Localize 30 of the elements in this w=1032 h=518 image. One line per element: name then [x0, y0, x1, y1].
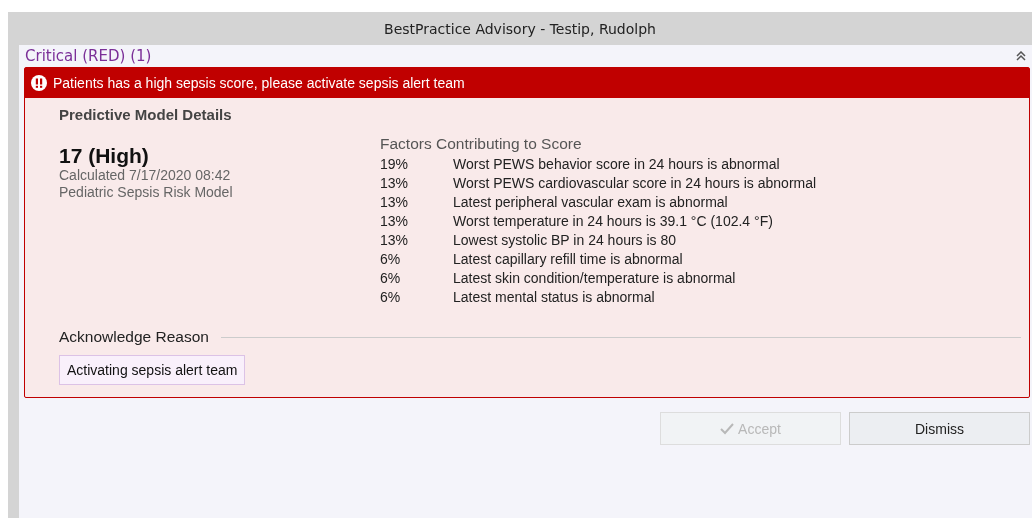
reason-option[interactable]: Activating sepsis alert team	[59, 355, 246, 385]
alert-message: Patients has a high sepsis score, please activate sepsis alert team	[53, 75, 465, 91]
window-title: BestPractice Advisory - Testip, Rudolph	[383, 19, 657, 39]
check-icon	[720, 422, 735, 435]
factor-percent: 6%	[380, 289, 402, 306]
section-title: Critical (RED) (1)	[25, 47, 152, 65]
factor-text: Lowest systolic BP in 24 hours is 80	[453, 232, 678, 249]
factor-text: Worst PEWS cardiovascular score in 24 hours is abnormal	[453, 175, 817, 192]
collapse-icon[interactable]	[1016, 51, 1026, 61]
factor-text: Latest mental status is abnormal	[453, 289, 656, 306]
factors-title: Factors Contributing to Score	[380, 135, 583, 153]
model-name: Pediatric Sepsis Risk Model	[59, 184, 234, 201]
factor-percent: 6%	[380, 251, 402, 268]
factor-percent: 13%	[380, 175, 410, 192]
calculated-time: Calculated 7/17/2020 08:42	[59, 167, 232, 184]
details-heading: Predictive Model Details	[59, 106, 233, 123]
factor-percent: 6%	[380, 270, 402, 287]
dismiss-button[interactable]: Dismiss	[849, 412, 1030, 445]
factor-text: Latest skin condition/temperature is abnormal	[453, 270, 737, 287]
acknowledge-label: Acknowledge Reason	[59, 328, 209, 346]
factor-text: Latest peripheral vascular exam is abnormal	[453, 194, 729, 211]
factor-percent: 19%	[380, 156, 410, 173]
factor-percent: 13%	[380, 232, 410, 249]
factor-text: Latest capillary refill time is abnormal	[453, 251, 684, 268]
factor-text: Worst PEWS behavior score in 24 hours is abnormal	[453, 156, 781, 173]
alert-icon	[31, 75, 47, 91]
factor-percent: 13%	[380, 213, 410, 230]
factor-text: Worst temperature in 24 hours is 39.1 °C (102.4 °F)	[453, 213, 774, 230]
factor-percent: 13%	[380, 194, 410, 211]
score-value: 17 (High)	[59, 145, 150, 167]
